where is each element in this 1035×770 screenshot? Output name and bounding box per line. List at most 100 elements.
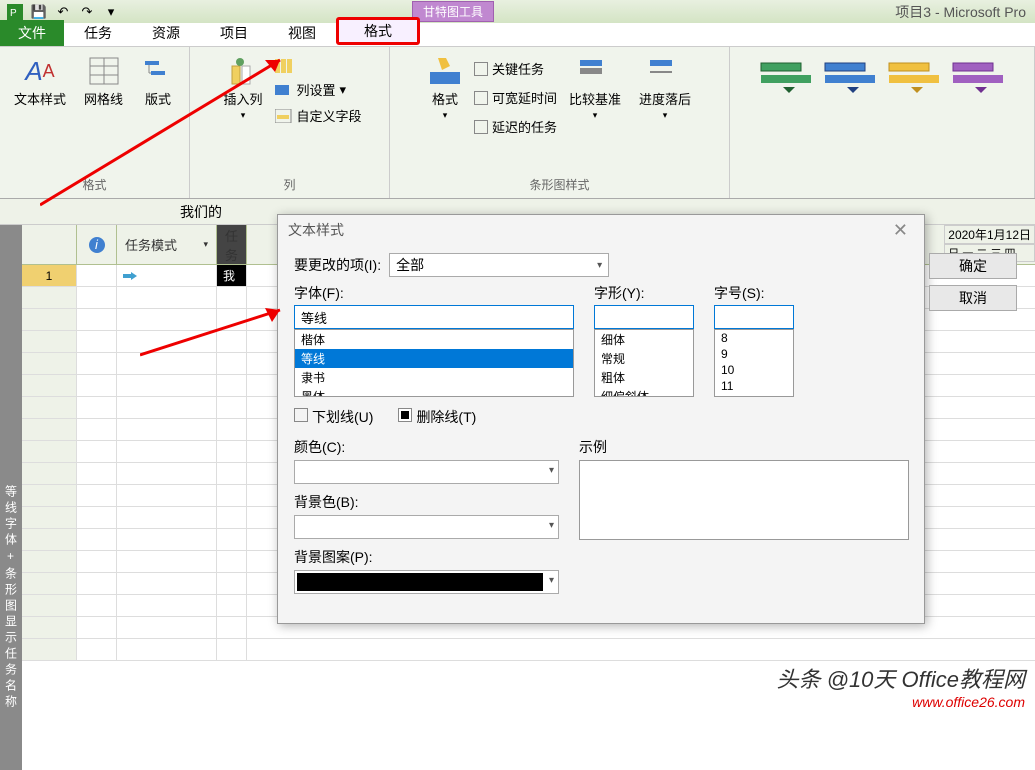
item-label: 要更改的项(I): xyxy=(294,255,381,275)
task-cell[interactable]: 我 xyxy=(217,265,247,286)
list-item[interactable]: 细偏斜体 xyxy=(595,387,693,397)
ribbon: AA 文本样式 网格线 版式 格式 插入列 ▾ 列设置▾ 自定 xyxy=(0,47,1035,199)
gridlines-button[interactable]: 网格线 xyxy=(78,51,129,112)
insert-column-button[interactable]: 插入列 ▾ xyxy=(217,51,268,127)
tab-resource[interactable]: 资源 xyxy=(132,20,200,46)
chevron-down-icon: ▾ xyxy=(545,516,558,538)
row-number[interactable]: 1 xyxy=(22,265,77,286)
style-listbox[interactable]: 细体 常规 粗体 细偏斜体 xyxy=(594,329,694,397)
text-style-label: 文本样式 xyxy=(14,89,66,108)
watermark-text: 头条 @10天 Office教程网 xyxy=(777,662,1026,694)
color-label: 颜色(C): xyxy=(294,437,559,457)
col-row1[interactable] xyxy=(275,57,362,75)
baseline-button[interactable]: 比较基准 ▾ xyxy=(563,51,627,125)
text-style-icon: AA xyxy=(23,55,57,87)
font-input[interactable] xyxy=(294,305,574,329)
font-label: 字体(F): xyxy=(294,283,574,303)
info-header[interactable]: i xyxy=(77,225,117,264)
sample-box xyxy=(579,460,909,540)
slippage-button[interactable]: 进度落后 ▾ xyxy=(633,51,697,125)
strike-checkbox[interactable]: 删除线(T) xyxy=(398,407,476,427)
close-icon[interactable]: ✕ xyxy=(887,220,914,241)
tab-task[interactable]: 任务 xyxy=(64,20,132,46)
sample-label: 示例 xyxy=(579,437,909,457)
item-combo[interactable]: 全部 ▾ xyxy=(389,253,609,277)
list-item[interactable]: 10 xyxy=(715,362,793,378)
info-cell[interactable] xyxy=(77,265,117,286)
col-settings-button[interactable]: 列设置▾ xyxy=(275,78,362,101)
gridlines-label: 网格线 xyxy=(84,89,123,108)
text-style-button[interactable]: AA 文本样式 xyxy=(8,51,72,112)
bg-combo[interactable]: ▾ xyxy=(294,515,559,539)
slack-checkbox[interactable]: 可宽延时间 xyxy=(474,86,557,109)
list-item[interactable]: 9 xyxy=(715,346,793,362)
watermark-url: www.office26.com xyxy=(777,694,1026,710)
list-item[interactable]: 8 xyxy=(715,330,793,346)
list-item[interactable]: 等线 xyxy=(295,349,573,368)
task-header[interactable]: 任务 xyxy=(217,225,247,264)
font-listbox[interactable]: 楷体 等线 隶书 黑体 xyxy=(294,329,574,397)
col-settings-label: 列设置 xyxy=(297,80,336,99)
size-listbox[interactable]: 8 9 10 11 xyxy=(714,329,794,397)
undo-icon[interactable]: ↶ xyxy=(52,2,74,22)
chevron-down-icon: ▾ xyxy=(545,461,558,483)
tab-view[interactable]: 视图 xyxy=(268,20,336,46)
group-columns-label: 列 xyxy=(198,173,381,196)
bar-style-2[interactable] xyxy=(820,59,880,99)
style-input[interactable] xyxy=(594,305,694,329)
size-input[interactable] xyxy=(714,305,794,329)
format-button[interactable]: 格式 ▾ xyxy=(422,51,468,125)
mode-cell[interactable] xyxy=(117,265,217,286)
contextual-tab-caption: 甘特图工具 xyxy=(412,1,494,22)
svg-text:P: P xyxy=(10,8,17,19)
mode-header[interactable]: 任务模式▾ xyxy=(117,225,217,264)
pattern-label: 背景图案(P): xyxy=(294,547,559,567)
watermark: 头条 @10天 Office教程网 www.office26.com xyxy=(777,662,1026,710)
custom-fields-button[interactable]: 自定义字段 xyxy=(275,104,362,127)
tab-format[interactable]: 格式 xyxy=(336,17,420,45)
redo-icon[interactable]: ↷ xyxy=(76,2,98,22)
bg-label: 背景色(B): xyxy=(294,492,559,512)
gridlines-icon xyxy=(87,55,121,87)
layout-icon xyxy=(141,55,175,87)
tab-file[interactable]: 文件 xyxy=(0,20,64,46)
list-item[interactable]: 细体 xyxy=(595,330,693,349)
timeline-date: 2020年1月12日 xyxy=(944,225,1035,244)
app-icon[interactable]: P xyxy=(4,2,26,22)
critical-checkbox[interactable]: 关键任务 xyxy=(474,57,557,80)
row-number[interactable] xyxy=(22,287,77,308)
slippage-label: 进度落后 xyxy=(639,89,691,108)
tab-project[interactable]: 项目 xyxy=(200,20,268,46)
late-checkbox[interactable]: 延迟的任务 xyxy=(474,115,557,138)
baseline-label: 比较基准 xyxy=(569,89,621,108)
ribbon-tabs: 文件 任务 资源 项目 视图 格式 xyxy=(0,23,1035,47)
list-item[interactable]: 隶书 xyxy=(295,368,573,387)
list-item[interactable]: 常规 xyxy=(595,349,693,368)
format-button-label: 格式 xyxy=(432,89,458,108)
bar-style-3[interactable] xyxy=(884,59,944,99)
custom-fields-label: 自定义字段 xyxy=(297,106,362,125)
rownum-header[interactable] xyxy=(22,225,77,264)
underline-checkbox[interactable]: 下划线(U) xyxy=(294,407,373,427)
layout-button[interactable]: 版式 xyxy=(135,51,181,112)
insert-column-label: 插入列 xyxy=(223,89,262,108)
ok-button[interactable]: 确定 xyxy=(929,253,1017,279)
list-item[interactable]: 黑体 xyxy=(295,387,573,397)
insert-column-icon xyxy=(226,55,260,87)
bar-style-1[interactable] xyxy=(756,59,816,99)
view-sidebar[interactable]: 等线字体+条形图显示任务名称 xyxy=(0,225,22,770)
layout-label: 版式 xyxy=(145,89,171,108)
pattern-combo[interactable]: ▾ xyxy=(294,570,559,594)
cancel-button[interactable]: 取消 xyxy=(929,285,1017,311)
group-barstyles-label: 条形图样式 xyxy=(398,173,721,196)
list-item[interactable]: 11 xyxy=(715,378,793,394)
window-title: 项目3 - Microsoft Pro xyxy=(895,2,1026,22)
color-combo[interactable]: ▾ xyxy=(294,460,559,484)
size-label: 字号(S): xyxy=(714,283,794,303)
list-item[interactable]: 楷体 xyxy=(295,330,573,349)
save-icon[interactable]: 💾 xyxy=(28,2,50,22)
text-style-dialog: 文本样式 ✕ 要更改的项(I): 全部 ▾ 字体(F): 楷体 xyxy=(277,214,925,624)
list-item[interactable]: 粗体 xyxy=(595,368,693,387)
qat-dropdown-icon[interactable]: ▾ xyxy=(100,2,122,22)
bar-style-4[interactable] xyxy=(948,59,1008,99)
